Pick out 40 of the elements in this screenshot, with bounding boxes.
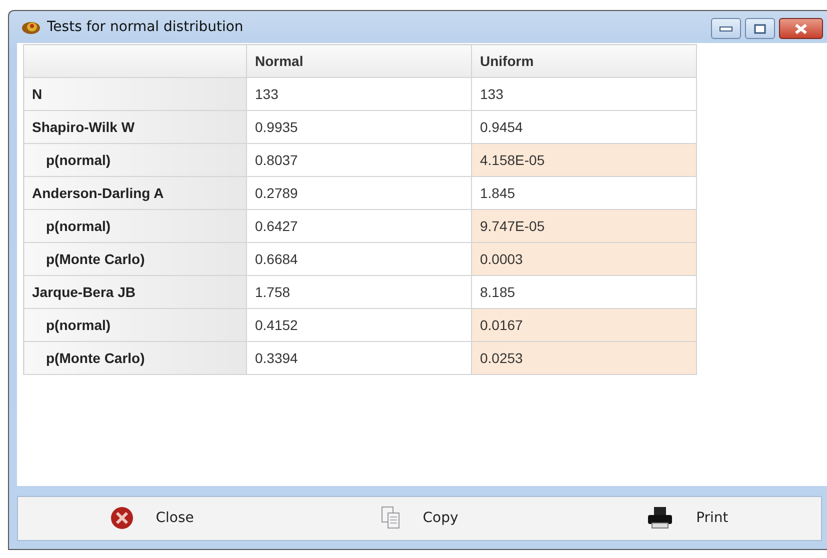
table-cell: 0.9935 xyxy=(246,110,472,144)
table-cell: 133 xyxy=(246,78,472,111)
close-icon xyxy=(110,506,134,530)
table-cell: 8.185 xyxy=(472,276,696,309)
table-cell: 0.6427 xyxy=(246,210,472,243)
row-header: p(normal) xyxy=(24,308,246,342)
shell-icon xyxy=(21,19,41,36)
table-cell: 0.0167 xyxy=(472,308,696,342)
table-cell: 0.2789 xyxy=(246,176,472,210)
close-button[interactable] xyxy=(779,18,823,39)
table-cell: 0.3394 xyxy=(246,342,472,375)
row-header: Shapiro-Wilk W xyxy=(24,110,246,144)
printer-icon xyxy=(646,506,674,530)
column-header: Normal xyxy=(246,44,472,78)
table-cell: 1.845 xyxy=(472,176,696,210)
row-header: Jarque-Bera JB xyxy=(24,276,246,309)
table-cell: 1.758 xyxy=(246,276,472,309)
maximize-button[interactable] xyxy=(745,18,775,39)
table-cell: 0.0003 xyxy=(472,242,696,276)
column-header: Uniform xyxy=(472,44,696,78)
row-header: p(Monte Carlo) xyxy=(24,242,246,276)
table-cell: 9.747E-05 xyxy=(472,210,696,243)
table-cell: 0.6684 xyxy=(246,242,472,276)
table-cell: 0.8037 xyxy=(246,144,472,177)
minimize-icon xyxy=(719,26,733,32)
close-icon xyxy=(793,22,809,34)
table-cell: 4.158E-05 xyxy=(472,144,696,177)
row-header: p(normal) xyxy=(24,144,246,177)
copy-icon xyxy=(380,506,401,530)
row-header: p(normal) xyxy=(24,210,246,243)
table-cell: 133 xyxy=(472,78,696,111)
row-header: N xyxy=(24,78,246,111)
row-header: p(Monte Carlo) xyxy=(24,342,246,375)
row-header: Anderson-Darling A xyxy=(24,176,246,210)
minimize-button[interactable] xyxy=(711,18,741,39)
table-cell: 0.9454 xyxy=(472,110,696,144)
window-title: Tests for normal distribution xyxy=(47,19,244,36)
table-cell: 0.0253 xyxy=(472,342,696,375)
maximize-icon xyxy=(754,24,766,34)
table-cell: 0.4152 xyxy=(246,308,472,342)
